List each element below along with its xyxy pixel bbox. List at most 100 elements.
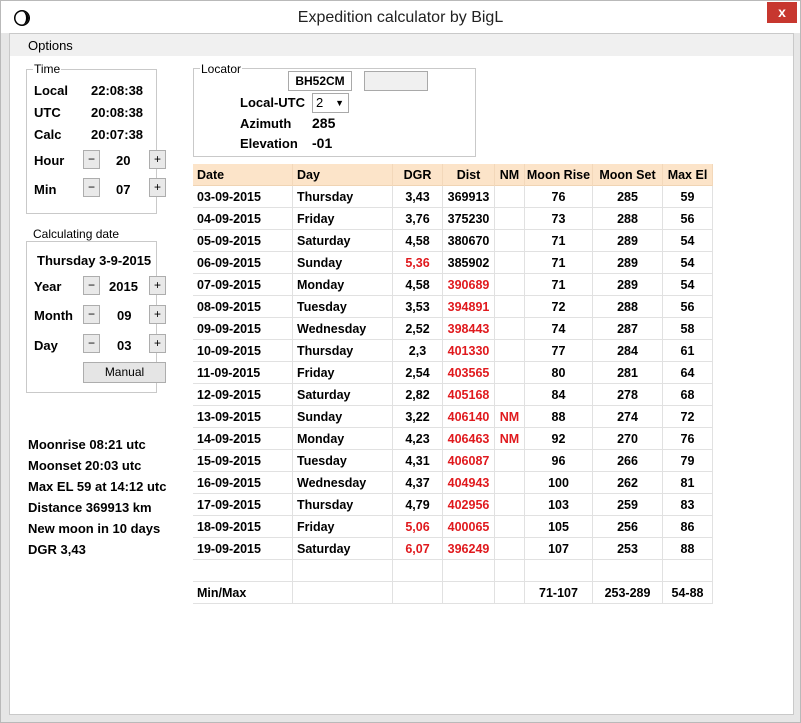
cell-day: Monday <box>293 428 393 450</box>
table-row[interactable]: 18-09-2015 Friday 5,06 400065 105 256 86 <box>193 516 713 538</box>
min-increment-button[interactable]: + <box>149 178 166 197</box>
cell-maxel: 59 <box>663 186 713 208</box>
cell-date: 05-09-2015 <box>193 230 293 252</box>
cell-nm <box>495 384 525 406</box>
month-increment-button[interactable]: + <box>149 305 166 324</box>
cell-date: 06-09-2015 <box>193 252 293 274</box>
table-row[interactable]: 10-09-2015 Thursday 2,3 401330 77 284 61 <box>193 340 713 362</box>
cell-dist: 404943 <box>443 472 495 494</box>
cell-day: Saturday <box>293 384 393 406</box>
menu-options[interactable]: Options <box>28 38 73 53</box>
cell-set: 266 <box>593 450 663 472</box>
table-row[interactable]: 14-09-2015 Monday 4,23 406463 NM 92 270 76 <box>193 428 713 450</box>
azimuth-label: Azimuth <box>240 116 292 131</box>
hour-decrement-button[interactable]: − <box>83 150 100 169</box>
hour-increment-button[interactable]: + <box>149 150 166 169</box>
minmax-row: Min/Max 71-107 253-289 54-88 <box>193 582 713 604</box>
day-decrement-button[interactable]: − <box>83 334 100 353</box>
cell-dgr: 4,23 <box>393 428 443 450</box>
window-title: Expedition calculator by BigL <box>297 9 504 26</box>
month-value: 09 <box>117 308 132 323</box>
table-row[interactable]: 12-09-2015 Saturday 2,82 405168 84 278 68 <box>193 384 713 406</box>
cell-dgr: 2,82 <box>393 384 443 406</box>
table-row[interactable]: 16-09-2015 Wednesday 4,37 404943 100 262 81 <box>193 472 713 494</box>
cell-empty <box>193 560 293 582</box>
cell-dist: 406463 <box>443 428 495 450</box>
cell-day: Tuesday <box>293 450 393 472</box>
cell-nm <box>495 318 525 340</box>
empty-row <box>193 560 713 582</box>
utc-value: 20:08:38 <box>91 105 144 120</box>
table-row[interactable]: 05-09-2015 Saturday 4,58 380670 71 289 54 <box>193 230 713 252</box>
cell-rise: 76 <box>525 186 593 208</box>
cell-dist: 385902 <box>443 252 495 274</box>
min-decrement-button[interactable]: − <box>83 178 100 197</box>
cell-day: Wednesday <box>293 472 393 494</box>
cell-nm <box>495 538 525 560</box>
cell-nm <box>495 450 525 472</box>
cell-rise: 72 <box>525 296 593 318</box>
cell-set: 288 <box>593 208 663 230</box>
client-area: Options Time Local 22:08:38 UTC 20:08:38… <box>9 33 794 715</box>
cell-dgr: 5,36 <box>393 252 443 274</box>
day-increment-button[interactable]: + <box>149 334 166 353</box>
cell-nm <box>495 274 525 296</box>
cell-set: 259 <box>593 494 663 516</box>
cell-dist: 406087 <box>443 450 495 472</box>
minmax-date: Min/Max <box>193 582 293 604</box>
header-dist: Dist <box>443 164 495 186</box>
local-utc-select[interactable]: 2 ▼ <box>312 93 349 113</box>
close-button[interactable]: x <box>767 2 797 23</box>
cell-day: Monday <box>293 274 393 296</box>
cell-maxel: 88 <box>663 538 713 560</box>
cell-empty <box>663 560 713 582</box>
cell-date: 07-09-2015 <box>193 274 293 296</box>
cell-set: 289 <box>593 274 663 296</box>
table-row[interactable]: 04-09-2015 Friday 3,76 375230 73 288 56 <box>193 208 713 230</box>
cell-rise: 100 <box>525 472 593 494</box>
cell-empty <box>495 560 525 582</box>
cell-empty <box>495 582 525 604</box>
menu-bar: Options <box>10 34 793 56</box>
cell-date: 18-09-2015 <box>193 516 293 538</box>
cell-set: 253 <box>593 538 663 560</box>
utc-label: UTC <box>34 105 61 120</box>
cell-date: 17-09-2015 <box>193 494 293 516</box>
cell-date: 04-09-2015 <box>193 208 293 230</box>
cell-set: 274 <box>593 406 663 428</box>
table-row[interactable]: 15-09-2015 Tuesday 4,31 406087 96 266 79 <box>193 450 713 472</box>
cell-maxel: 56 <box>663 296 713 318</box>
cell-day: Sunday <box>293 406 393 428</box>
cell-set: 262 <box>593 472 663 494</box>
cell-day: Thursday <box>293 340 393 362</box>
year-decrement-button[interactable]: − <box>83 276 100 295</box>
cell-maxel: 86 <box>663 516 713 538</box>
cell-rise: 74 <box>525 318 593 340</box>
table-row[interactable]: 19-09-2015 Saturday 6,07 396249 107 253 88 <box>193 538 713 560</box>
table-row[interactable]: 17-09-2015 Thursday 4,79 402956 103 259 83 <box>193 494 713 516</box>
cell-day: Thursday <box>293 494 393 516</box>
cell-nm <box>495 516 525 538</box>
cell-rise: 88 <box>525 406 593 428</box>
chevron-down-icon: ▼ <box>335 98 344 108</box>
locator-input[interactable]: BH52CM <box>288 71 352 91</box>
cell-maxel: 72 <box>663 406 713 428</box>
table-row[interactable]: 13-09-2015 Sunday 3,22 406140 NM 88 274 72 <box>193 406 713 428</box>
cell-set: 281 <box>593 362 663 384</box>
header-nm: NM <box>495 164 525 186</box>
manual-button[interactable]: Manual <box>83 362 166 383</box>
cell-nm <box>495 296 525 318</box>
calc-value: 20:07:38 <box>91 127 144 142</box>
year-increment-button[interactable]: + <box>149 276 166 295</box>
table-row[interactable]: 09-09-2015 Wednesday 2,52 398443 74 287 58 <box>193 318 713 340</box>
month-decrement-button[interactable]: − <box>83 305 100 324</box>
table-row[interactable]: 03-09-2015 Thursday 3,43 369913 76 285 59 <box>193 186 713 208</box>
cell-day: Saturday <box>293 230 393 252</box>
table-row[interactable]: 08-09-2015 Tuesday 3,53 394891 72 288 56 <box>193 296 713 318</box>
locator-secondary-field[interactable] <box>364 71 428 91</box>
table-row[interactable]: 06-09-2015 Sunday 5,36 385902 71 289 54 <box>193 252 713 274</box>
table-row[interactable]: 11-09-2015 Friday 2,54 403565 80 281 64 <box>193 362 713 384</box>
cell-date: 13-09-2015 <box>193 406 293 428</box>
local-utc-label: Local-UTC <box>240 95 305 110</box>
table-row[interactable]: 07-09-2015 Monday 4,58 390689 71 289 54 <box>193 274 713 296</box>
